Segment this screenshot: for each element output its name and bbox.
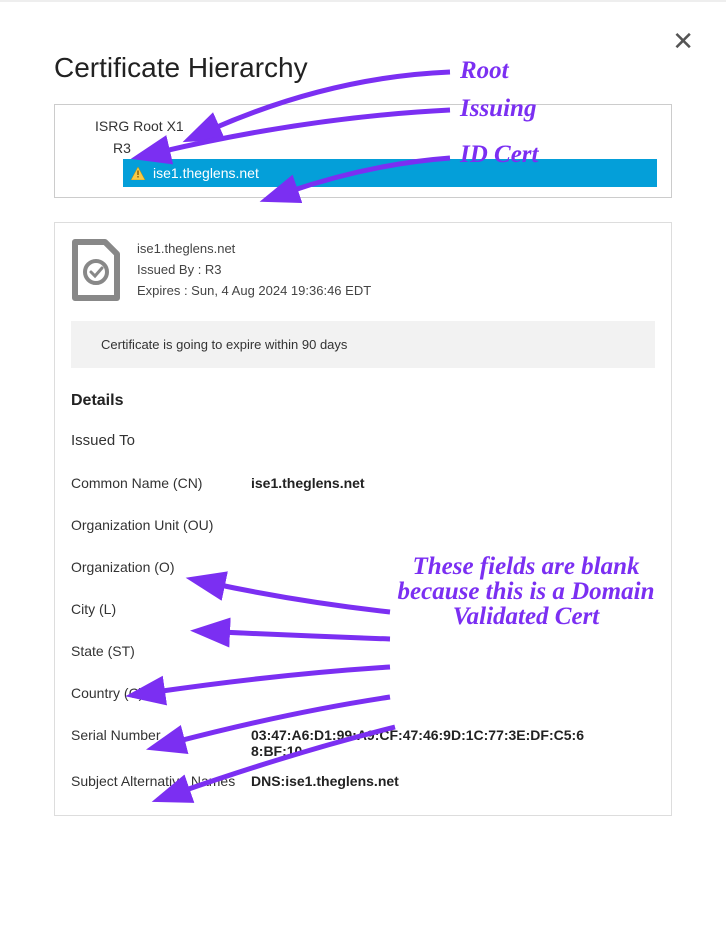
issued-to-heading: Issued To <box>71 432 655 449</box>
annotation-issuing: Issuing <box>460 96 536 121</box>
details-heading: Details <box>71 392 655 410</box>
field-ou: Organization Unit (OU) <box>71 517 655 533</box>
arrow-c <box>165 722 405 802</box>
cert-subject: ise1.theglens.net <box>137 239 371 260</box>
arrow-o <box>205 614 395 654</box>
field-label-cn: Common Name (CN) <box>71 475 251 491</box>
expire-banner: Certificate is going to expire within 90… <box>71 321 655 368</box>
close-icon[interactable]: ✕ <box>672 26 694 57</box>
annotation-root: Root <box>460 58 509 83</box>
cert-expires: Expires : Sun, 4 Aug 2024 19:36:46 EDT <box>137 281 371 302</box>
cert-icon <box>71 239 121 301</box>
field-value-cn: ise1.theglens.net <box>251 475 365 491</box>
field-label-ou: Organization Unit (OU) <box>71 517 251 533</box>
annotation-blank: These fields are blank because this is a… <box>396 554 656 629</box>
warning-icon <box>131 167 145 180</box>
arrow-idcert <box>270 152 460 202</box>
cert-header: ise1.theglens.net Issued By : R3 Expires… <box>71 239 655 301</box>
field-cn: Common Name (CN) ise1.theglens.net <box>71 475 655 491</box>
hierarchy-leaf-label: ise1.theglens.net <box>153 165 259 181</box>
cert-issued-by: Issued By : R3 <box>137 260 371 281</box>
annotation-idcert: ID Cert <box>460 142 538 167</box>
